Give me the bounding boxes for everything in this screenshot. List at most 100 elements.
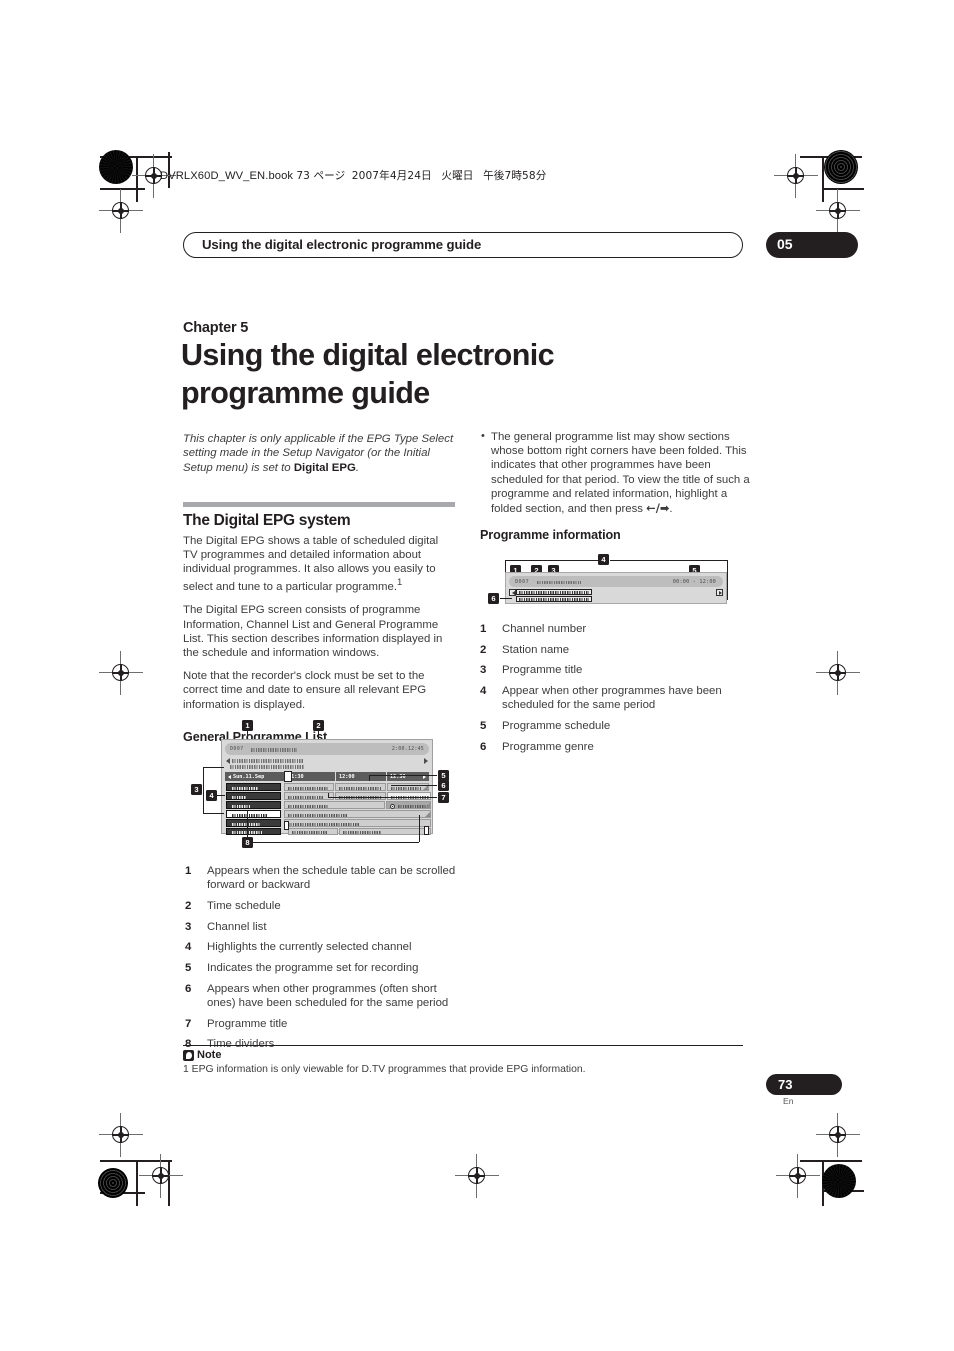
gpl-programme-cell[interactable] xyxy=(284,810,431,818)
page-number: 73 xyxy=(778,1077,793,1092)
gpl-programme-cell[interactable] xyxy=(284,801,385,809)
pi-left-arrow-icon[interactable] xyxy=(509,589,516,596)
gpl-programme-cell[interactable] xyxy=(288,828,338,835)
page-title: Using the digital electronic programme g… xyxy=(181,338,555,410)
registration-mark-left-upper xyxy=(99,189,143,233)
pi-right-arrow-icon[interactable] xyxy=(716,589,723,596)
gpl-record-indicator-icon xyxy=(390,804,395,809)
gpl-channel-item[interactable] xyxy=(226,783,281,791)
leader-line-gpl-3-v xyxy=(203,767,204,813)
gpl-detail-placeholder-2 xyxy=(230,765,304,769)
gpl-detail-placeholder xyxy=(232,758,304,763)
note-header: Note xyxy=(183,1049,743,1061)
pi-screen: D007 00:00 - 12:00 xyxy=(505,572,727,604)
leader-line-gpl-8-v2 xyxy=(419,815,420,842)
legend-item: Highlights the currently selected channe… xyxy=(185,940,412,954)
callout-gpl-6: 6 xyxy=(438,780,449,791)
halftone-dot-br xyxy=(822,1164,856,1198)
gpl-programme-cell-highlighted[interactable] xyxy=(386,801,431,809)
bullet-text-before: The general programme list may show sect… xyxy=(491,431,750,516)
gpl-channel-item[interactable] xyxy=(226,801,281,809)
print-header-line: DVRLX60D_WV_EN.book 73 ページ 2007年4月24日 火曜… xyxy=(160,168,546,183)
gpl-info-bar: D007 2:00.12:45 xyxy=(225,743,429,755)
page-folio: 73 xyxy=(766,1074,842,1095)
halftone-dot-tl xyxy=(99,150,133,184)
leader-line-gpl-5-h xyxy=(369,775,437,776)
registration-mark-top-right xyxy=(774,154,818,198)
chapter-label: Chapter 5 xyxy=(183,320,249,336)
gpl-time-divider-1 xyxy=(335,772,336,781)
gpl-programme-cell-recording[interactable] xyxy=(387,792,431,800)
gpl-channel-item[interactable] xyxy=(226,828,281,835)
gpl-right-arrow-icon xyxy=(424,758,428,764)
left-right-arrow-icon: ←/➡ xyxy=(646,501,670,516)
leader-line-gpl-8-h xyxy=(247,842,419,843)
callout-gpl-8: 8 xyxy=(242,837,253,848)
bullet-text-after: . xyxy=(669,503,673,516)
legend-item: Station name xyxy=(480,643,570,657)
running-head: Using the digital electronic programme g… xyxy=(183,232,743,258)
print-header-page: 73 ページ xyxy=(296,170,346,182)
pi-info-bar: D007 00:00 - 12:00 xyxy=(509,576,723,587)
gpl-programme-cell[interactable] xyxy=(335,783,386,791)
legend-item: Appears when the schedule table can be s… xyxy=(185,864,456,892)
gpl-channel-item[interactable] xyxy=(226,792,281,800)
callout-gpl-4: 4 xyxy=(206,790,217,801)
note-label: Note xyxy=(197,1049,222,1062)
registration-mark-left-middle xyxy=(99,651,143,695)
legend-item: Channel number xyxy=(480,622,587,636)
legend-programme-information: Channel number Station name Programme ti… xyxy=(478,622,756,760)
chapter-applicability-note: This chapter is only applicable if the E… xyxy=(183,432,455,475)
leader-line-gpl-7-v xyxy=(328,793,329,798)
footnote-marker-1: 1 xyxy=(397,577,403,589)
gpl-channel-item-selected[interactable] xyxy=(226,810,281,818)
registration-mark-bottom-center xyxy=(455,1154,499,1198)
gpl-time-schedule-bar: Sun.11.Sep 11:30 12:00 12:30 xyxy=(225,772,429,781)
print-header-filename: DVRLX60D_WV_EN.book xyxy=(160,170,294,182)
left-column: This chapter is only applicable if the E… xyxy=(183,432,455,750)
gpl-programme-cell[interactable] xyxy=(339,828,431,835)
pi-programme-title xyxy=(516,589,592,595)
gpl-time-divider-handle[interactable] xyxy=(424,826,429,835)
legend-item: Programme schedule xyxy=(480,719,611,733)
paragraph-epg-overview: The Digital EPG shows a table of schedul… xyxy=(183,534,455,595)
paragraph-epg-screen-parts: The Digital EPG screen consists of progr… xyxy=(183,604,443,659)
callout-gpl-3: 3 xyxy=(191,784,202,795)
right-column: The general programme list may show sect… xyxy=(480,429,752,548)
leader-line-gpl-6 xyxy=(391,785,437,786)
gpl-channel-number: D007 xyxy=(230,746,244,752)
legend-item: Appear when other programmes have been s… xyxy=(480,684,722,712)
gpl-detail-row xyxy=(225,757,429,764)
leader-line-pi-6 xyxy=(500,598,512,599)
corner-line-tl-h2 xyxy=(100,188,145,190)
gpl-channel-item[interactable] xyxy=(226,819,281,827)
gpl-programme-cell[interactable] xyxy=(284,783,334,791)
legend-item: Channel list xyxy=(185,920,267,934)
gpl-time-divider-handle[interactable] xyxy=(284,821,289,830)
gpl-time-label-1: 12:00 xyxy=(339,773,355,780)
gpl-folded-corner-icon xyxy=(424,802,430,808)
gpl-screen: D007 2:00.12:45 Sun.11.Sep 11:30 12:00 1… xyxy=(221,739,433,835)
paragraph-clock-note: Note that the recorder's clock must be s… xyxy=(183,670,427,711)
leader-line-gpl-3-t xyxy=(203,767,224,768)
legend-item: Programme title xyxy=(480,663,583,677)
gpl-programme-cell[interactable] xyxy=(284,819,431,827)
corner-line-bl-v1 xyxy=(136,1160,138,1206)
gpl-programme-cell[interactable] xyxy=(284,792,334,800)
legend-item: Indicates the programme set for recordin… xyxy=(185,961,419,975)
gpl-programme-cell[interactable] xyxy=(335,792,386,800)
gpl-scroll-cursor[interactable] xyxy=(284,771,292,782)
callout-pi-6: 6 xyxy=(488,593,499,604)
registration-mark-right-upper xyxy=(816,189,860,233)
leader-line-gpl-3-b xyxy=(203,813,224,814)
section-heading-digital-epg-system: The Digital EPG system xyxy=(183,511,351,529)
halftone-dot-bl xyxy=(98,1168,128,1198)
registration-mark-left-lower xyxy=(99,1113,143,1157)
leader-line-pi-4-left xyxy=(505,560,598,561)
print-header-weekday: 火曜日 xyxy=(441,170,474,182)
running-head-title: Using the digital electronic programme g… xyxy=(202,237,482,252)
gpl-time-divider-2 xyxy=(386,772,387,781)
chapter-badge: 05 xyxy=(766,232,858,258)
print-header-time: 午後7時58分 xyxy=(483,170,547,182)
callout-gpl-2: 2 xyxy=(313,720,324,731)
